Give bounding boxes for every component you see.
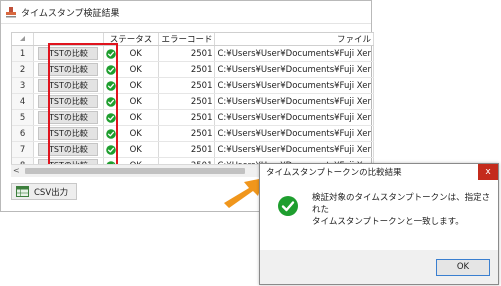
dialog-message-line1: 検証対象のタイムスタンプトークンは、指定された (312, 193, 491, 215)
row-index[interactable]: 5 (12, 109, 35, 126)
header-file[interactable]: ファイル (214, 33, 374, 46)
header-error-code[interactable]: エラーコード (158, 33, 216, 46)
stamp-icon (6, 7, 16, 18)
error-code-cell: 2501 (158, 125, 216, 142)
status-text: OK (129, 112, 142, 123)
scroll-thumb[interactable] (25, 168, 245, 174)
main-title: タイムスタンプ検証結果 (21, 8, 120, 19)
file-path-cell: C:¥Users¥User¥Documents¥Fuji Xer (214, 125, 374, 142)
status-text: OK (129, 128, 142, 139)
dialog-title: タイムスタンプトークンの比較結果 (266, 168, 402, 178)
row-index[interactable]: 2 (12, 61, 35, 78)
error-code-cell: 2501 (158, 77, 216, 94)
error-code-cell: 2501 (158, 45, 216, 62)
file-path-cell: C:¥Users¥User¥Documents¥Fuji Xer (214, 77, 374, 94)
status-text: OK (129, 144, 142, 155)
row-index[interactable]: 7 (12, 141, 35, 158)
row-index[interactable]: 1 (12, 45, 35, 62)
status-text: OK (129, 48, 142, 59)
dialog-body: 検証対象のタイムスタンプトークンは、指定された タイムスタンプトークンと一致しま… (260, 181, 498, 245)
ok-button[interactable]: OK (436, 259, 490, 276)
error-code-cell: 2501 (158, 61, 216, 78)
compare-result-dialog: タイムスタンプトークンの比較結果 x 検証対象のタイムスタンプトークンは、指定さ… (259, 163, 499, 285)
dialog-footer: OK (260, 250, 498, 284)
error-code-cell: 2501 (158, 93, 216, 110)
scroll-left-icon[interactable]: < (13, 166, 20, 175)
error-code-cell: 2501 (158, 109, 216, 126)
file-path-cell: C:¥Users¥User¥Documents¥Fuji Xer (214, 61, 374, 78)
row-index[interactable]: 6 (12, 125, 35, 142)
file-path-cell: C:¥Users¥User¥Documents¥Fuji Xer (214, 141, 374, 158)
dialog-message-line2: タイムスタンプトークンと一致します。 (312, 217, 464, 227)
file-path-cell: C:¥Users¥User¥Documents¥Fuji Xer (214, 109, 374, 126)
error-code-cell: 2501 (158, 141, 216, 158)
close-button[interactable]: x (478, 164, 498, 180)
select-all-icon (20, 36, 26, 41)
status-text: OK (129, 64, 142, 75)
success-check-icon (278, 196, 298, 216)
csv-button-label: CSV出力 (34, 187, 69, 198)
main-titlebar: タイムスタンプ検証結果 (1, 1, 371, 24)
row-index[interactable]: 4 (12, 93, 35, 110)
grid-corner[interactable] (12, 33, 35, 46)
highlight-box (48, 43, 118, 169)
status-text: OK (129, 80, 142, 91)
file-path-cell: C:¥Users¥User¥Documents¥Fuji Xer (214, 93, 374, 110)
csv-export-button[interactable]: CSV出力 (11, 183, 77, 200)
dialog-titlebar: タイムスタンプトークンの比較結果 x (260, 164, 498, 180)
status-text: OK (129, 96, 142, 107)
dialog-message: 検証対象のタイムスタンプトークンは、指定された タイムスタンプトークンと一致しま… (312, 192, 497, 228)
file-path-cell: C:¥Users¥User¥Documents¥Fuji Xer (214, 45, 374, 62)
csv-file-icon (16, 186, 29, 197)
row-index[interactable]: 3 (12, 77, 35, 94)
